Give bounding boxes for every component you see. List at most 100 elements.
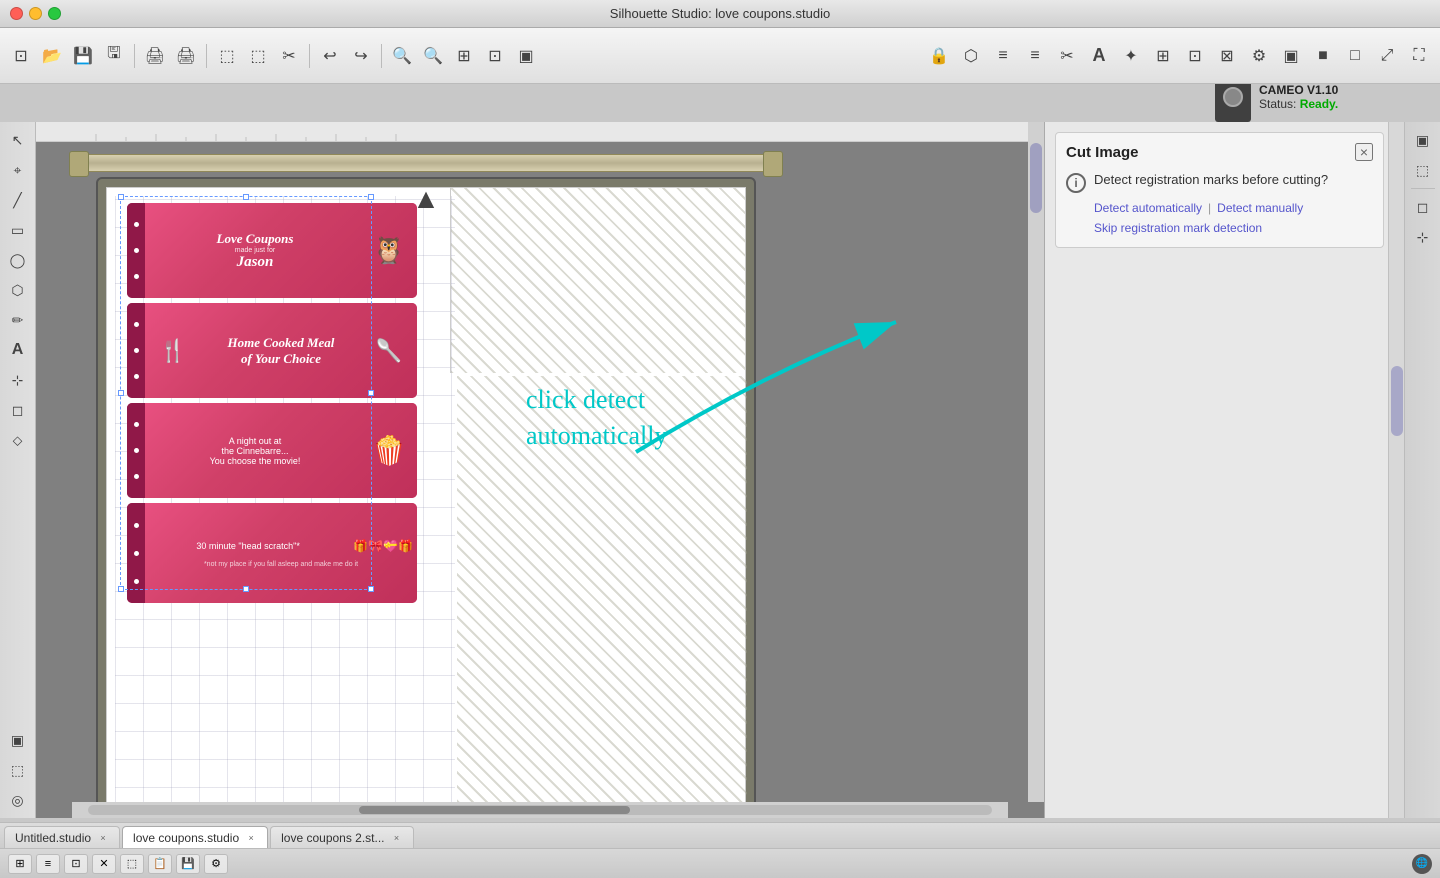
- cut-button[interactable]: ✂: [274, 41, 304, 71]
- zoom-in-button[interactable]: 🔍: [387, 41, 417, 71]
- status-zoom-fit[interactable]: ⊡: [64, 854, 88, 874]
- hscroll-thumb[interactable]: [359, 806, 630, 814]
- roller-end-right: [763, 151, 783, 177]
- vscroll-thumb[interactable]: [1030, 143, 1042, 213]
- layers-panel-button[interactable]: ⬚: [4, 756, 32, 784]
- knife-button[interactable]: ⊡: [1180, 41, 1210, 71]
- media-panel-button[interactable]: ▣: [4, 726, 32, 754]
- text-tool[interactable]: A: [4, 336, 32, 364]
- layers-button[interactable]: ⬡: [956, 41, 986, 71]
- settings-button[interactable]: ⚙: [1244, 41, 1274, 71]
- eraser-tool[interactable]: ◻: [4, 396, 32, 424]
- coupon-3: A night out at the Cinnebarre... You cho…: [127, 403, 417, 498]
- hatch-bottom-right: [457, 376, 747, 816]
- tab-love-coupons-2[interactable]: love coupons 2.st... ×: [270, 826, 413, 848]
- copy-style-button[interactable]: ⬚: [212, 41, 242, 71]
- transform-button[interactable]: ✦: [1116, 41, 1146, 71]
- detect-manually-link[interactable]: Detect manually: [1217, 201, 1303, 215]
- tab-untitled[interactable]: Untitled.studio ×: [4, 826, 120, 848]
- status-save[interactable]: 💾: [176, 854, 200, 874]
- cut-image-info-row: i Detect registration marks before cutti…: [1066, 171, 1373, 193]
- coupon-1-title: Love Coupons: [217, 231, 294, 247]
- detect-automatically-link[interactable]: Detect automatically: [1094, 201, 1202, 215]
- align2-button[interactable]: ≡: [1020, 41, 1050, 71]
- zoom-actual-button[interactable]: ▣: [511, 41, 541, 71]
- tab-untitled-close[interactable]: ×: [97, 832, 109, 844]
- lock-icon[interactable]: 🔒: [924, 41, 954, 71]
- align-button[interactable]: ≡: [988, 41, 1018, 71]
- pointer-tool[interactable]: ↖: [4, 126, 32, 154]
- pencil-tool[interactable]: ✏: [4, 306, 32, 334]
- maximize-button[interactable]: [48, 7, 61, 20]
- fill-tool[interactable]: ⬦: [4, 426, 32, 454]
- zoom-out-button[interactable]: 🔍: [418, 41, 448, 71]
- coupon-3-icon: 🍿: [365, 434, 413, 467]
- panel-vscroll-thumb[interactable]: [1391, 366, 1403, 436]
- save-button[interactable]: 💾: [68, 41, 98, 71]
- zoom-fit-button[interactable]: ⊞: [449, 41, 479, 71]
- rect-tool[interactable]: ▭: [4, 216, 32, 244]
- cut-image-close-button[interactable]: ×: [1355, 143, 1373, 161]
- status-paste[interactable]: 📋: [148, 854, 172, 874]
- canvas-vscroll[interactable]: [1028, 122, 1044, 802]
- new-button[interactable]: ⊡: [6, 41, 36, 71]
- print-button[interactable]: 🖨: [140, 41, 170, 71]
- cameo-status-label: Status:: [1259, 97, 1296, 111]
- cut-image-panel: Cut Image × i Detect registration marks …: [1055, 132, 1384, 248]
- separator1: [134, 44, 135, 68]
- ellipse-tool[interactable]: ◯: [4, 246, 32, 274]
- minimize-button[interactable]: [29, 7, 42, 20]
- node-tool[interactable]: ⌖: [4, 156, 32, 184]
- close-button[interactable]: [10, 7, 23, 20]
- coupon-4-main: 30 minute "head scratch"* 🎁🎀💝🎁 *not my p…: [145, 503, 417, 603]
- right-tool-3[interactable]: ◻: [1409, 193, 1437, 221]
- dot3: [134, 474, 139, 479]
- dot1: [134, 322, 139, 327]
- status-delete[interactable]: ✕: [92, 854, 116, 874]
- eraser-button[interactable]: ⊠: [1212, 41, 1242, 71]
- measure-tool[interactable]: ⊹: [4, 366, 32, 394]
- canvas-hscroll[interactable]: [72, 802, 1008, 818]
- redo-button[interactable]: ↪: [346, 41, 376, 71]
- title-bar: Silhouette Studio: love coupons.studio: [0, 0, 1440, 28]
- tab-love-coupons[interactable]: love coupons.studio ×: [122, 826, 268, 848]
- status-settings[interactable]: ⚙: [204, 854, 228, 874]
- mat-body: Love Coupons made just for Jason 🦉: [96, 177, 756, 818]
- right-tool-4[interactable]: ⊹: [1409, 223, 1437, 251]
- panel-vscroll[interactable]: [1388, 122, 1404, 818]
- status-grid-view[interactable]: ⊞: [8, 854, 32, 874]
- separator2: [206, 44, 207, 68]
- tab-love-coupons-close[interactable]: ×: [245, 832, 257, 844]
- expand-button[interactable]: ⤢: [1372, 41, 1402, 71]
- color-button[interactable]: ■: [1308, 41, 1338, 71]
- right-tool-1[interactable]: ▣: [1409, 126, 1437, 154]
- canvas-area[interactable]: Love Coupons made just for Jason 🦉: [36, 122, 1044, 818]
- paste-style-button[interactable]: ⬚: [243, 41, 273, 71]
- coupon-4-text: 30 minute "head scratch"*: [149, 541, 347, 551]
- status-list-view[interactable]: ≡: [36, 854, 60, 874]
- scissor-button[interactable]: ✂: [1052, 41, 1082, 71]
- stroke-button[interactable]: □: [1340, 41, 1370, 71]
- text-tool-button[interactable]: A: [1084, 41, 1114, 71]
- save-as-button[interactable]: 🖫: [99, 41, 129, 71]
- open-button[interactable]: 📂: [37, 41, 67, 71]
- skip-detection-link[interactable]: Skip registration mark detection: [1094, 221, 1262, 235]
- fullscreen-button[interactable]: ⛶: [1404, 41, 1434, 71]
- fill-button[interactable]: ▣: [1276, 41, 1306, 71]
- coupon-1-text: Love Coupons made just for Jason: [149, 231, 361, 271]
- tab-love-coupons-2-close[interactable]: ×: [391, 832, 403, 844]
- cameo-info: CAMEO V1.10 Status: Ready.: [1259, 83, 1338, 111]
- replicate-button[interactable]: ⊞: [1148, 41, 1178, 71]
- zoom-select-button[interactable]: ⊡: [480, 41, 510, 71]
- coupon-3-line3: You choose the movie!: [210, 456, 301, 466]
- line-tool[interactable]: ╱: [4, 186, 32, 214]
- right-sidebar: ▣ ⬚ ◻ ⊹: [1404, 122, 1440, 818]
- send-panel-button[interactable]: ◎: [4, 786, 32, 814]
- left-sidebar: ↖ ⌖ ╱ ▭ ◯ ⬡ ✏ A ⊹ ◻ ⬦ ▣ ⬚ ◎: [0, 122, 36, 818]
- polygon-tool[interactable]: ⬡: [4, 276, 32, 304]
- right-tool-2[interactable]: ⬚: [1409, 156, 1437, 184]
- tab-untitled-label: Untitled.studio: [15, 831, 91, 845]
- status-copy[interactable]: ⬚: [120, 854, 144, 874]
- print-cut-button[interactable]: 🖨: [171, 41, 201, 71]
- undo-button[interactable]: ↩: [315, 41, 345, 71]
